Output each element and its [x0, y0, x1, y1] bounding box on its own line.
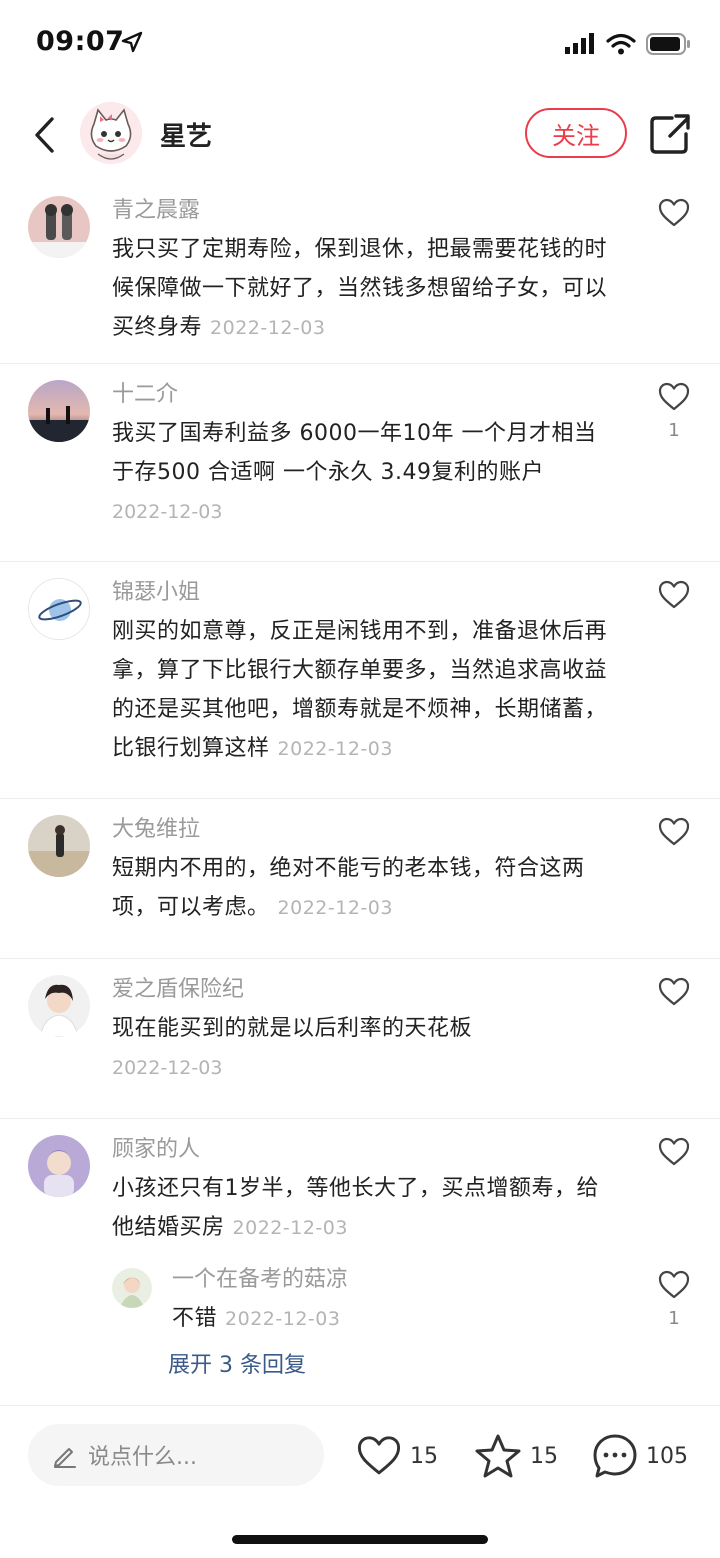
heart-icon [658, 580, 690, 609]
author-avatar[interactable] [80, 102, 142, 164]
cellular-signal-icon [565, 33, 594, 54]
user-avatar[interactable] [28, 380, 90, 442]
comment-username[interactable]: 大兔维拉 [112, 813, 616, 847]
heart-icon [658, 1137, 690, 1166]
chat-bubble-icon [593, 1434, 637, 1478]
comment-count: 105 [646, 1443, 688, 1469]
status-time: 09:07 [36, 26, 125, 57]
comment-date: 2022-12-03 [210, 317, 326, 339]
collect-button[interactable]: 15 [474, 1430, 558, 1482]
star-icon [475, 1434, 521, 1478]
heart-icon [357, 1436, 401, 1475]
reply-date: 2022-12-03 [225, 1308, 341, 1330]
expand-replies-link[interactable]: 展开 3 条回复 [112, 1348, 616, 1384]
comment-button[interactable]: 105 [592, 1430, 688, 1482]
location-arrow-icon [121, 31, 143, 53]
comment-like-button[interactable] [656, 580, 692, 618]
comment-item: 爱之盾保险纪 现在能买到的就是以后利率的天花板 2022-12-03 [0, 959, 720, 1119]
comment-item: 大兔维拉 短期内不用的，绝对不能亏的老本钱，符合这两项，可以考虑。 2022-12… [0, 799, 720, 959]
comment-like-button[interactable] [656, 977, 692, 1015]
author-name: 星艺 [160, 122, 213, 152]
profile-header: 星艺 关注 [0, 92, 720, 180]
comment-input-placeholder: 说点什么... [88, 1445, 197, 1470]
share-button[interactable] [648, 112, 692, 156]
comment-date: 2022-12-03 [112, 501, 223, 523]
comment-item: 锦瑟小姐 刚买的如意尊，反正是闲钱用不到，准备退休后再拿，算了下比银行大额存单要… [0, 562, 720, 799]
status-bar: 09:07 [0, 0, 720, 88]
pencil-icon [54, 1448, 76, 1468]
user-avatar[interactable] [28, 196, 90, 258]
comment-text: 短期内不用的，绝对不能亏的老本钱，符合这两项，可以考虑。 2022-12-03 [112, 856, 585, 920]
comment-like-button[interactable]: 1 [656, 382, 692, 441]
comment-like-button[interactable] [656, 1137, 692, 1175]
comment-text: 我买了国寿利益多 6000一年10年 一个月才相当于存500 合适啊 一个永久 … [112, 421, 597, 485]
bottom-action-bar: 说点什么... 15 15 105 [0, 1405, 720, 1558]
cat-avatar-icon [80, 102, 142, 164]
reply-item: 一个在备考的菇凉 不错 2022-12-03 1 [112, 1262, 690, 1338]
like-button[interactable]: 15 [356, 1430, 438, 1482]
like-count: 1 [668, 1308, 680, 1329]
status-icons [564, 30, 692, 58]
heart-icon [658, 198, 690, 227]
comment-like-button[interactable] [656, 817, 692, 855]
reply-like-button[interactable]: 1 [656, 1270, 692, 1329]
heart-icon [658, 382, 690, 411]
back-button[interactable] [22, 110, 66, 160]
comment-username[interactable]: 锦瑟小姐 [112, 576, 616, 610]
like-count: 15 [410, 1443, 438, 1469]
comment-username[interactable]: 青之晨露 [112, 194, 616, 228]
comment-item: 顾家的人 小孩还只有1岁半，等他长大了，买点增额寿，给他结婚买房 2022-12-… [0, 1119, 720, 1394]
comment-date: 2022-12-03 [232, 1217, 348, 1239]
user-avatar[interactable] [28, 975, 90, 1037]
comment-list: 青之晨露 我只买了定期寿险，保到退休，把最需要花钱的时候保障做一下就好了，当然钱… [0, 180, 720, 1394]
follow-button[interactable]: 关注 [525, 108, 627, 158]
comment-like-button[interactable] [656, 198, 692, 236]
comment-username[interactable]: 十二介 [112, 378, 616, 412]
planet-icon [29, 579, 89, 639]
wifi-icon [606, 33, 636, 55]
comment-date: 2022-12-03 [112, 1057, 223, 1079]
user-avatar[interactable] [28, 815, 90, 877]
comment-item: 青之晨露 我只买了定期寿险，保到退休，把最需要花钱的时候保障做一下就好了，当然钱… [0, 180, 720, 364]
comment-date: 2022-12-03 [277, 738, 393, 760]
comment-text: 现在能买到的就是以后利率的天花板 [112, 1016, 473, 1041]
collect-count: 15 [530, 1443, 558, 1469]
user-avatar[interactable] [28, 1135, 90, 1197]
comment-username[interactable]: 顾家的人 [112, 1133, 616, 1167]
reply-text: 不错 2022-12-03 [172, 1306, 341, 1331]
heart-icon [658, 817, 690, 846]
reply-username[interactable]: 一个在备考的菇凉 [172, 1262, 616, 1298]
comment-text: 我只买了定期寿险，保到退休，把最需要花钱的时候保障做一下就好了，当然钱多想留给子… [112, 237, 608, 340]
comment-text: 刚买的如意尊，反正是闲钱用不到，准备退休后再拿，算了下比银行大额存单要多，当然追… [112, 619, 608, 761]
heart-icon [658, 977, 690, 1006]
battery-icon [646, 33, 690, 55]
comment-date: 2022-12-03 [277, 897, 393, 919]
reply-user-avatar[interactable] [112, 1268, 152, 1308]
like-count: 1 [668, 420, 680, 441]
heart-icon [658, 1270, 690, 1299]
comment-input[interactable]: 说点什么... [28, 1424, 324, 1486]
user-avatar[interactable] [28, 578, 90, 640]
comment-item: 十二介 我买了国寿利益多 6000一年10年 一个月才相当于存500 合适啊 一… [0, 364, 720, 562]
chevron-left-icon [35, 117, 54, 153]
share-icon [650, 114, 690, 154]
comment-text: 小孩还只有1岁半，等他长大了，买点增额寿，给他结婚买房 2022-12-03 [112, 1176, 599, 1240]
comment-username[interactable]: 爱之盾保险纪 [112, 973, 616, 1007]
home-indicator [232, 1535, 488, 1544]
